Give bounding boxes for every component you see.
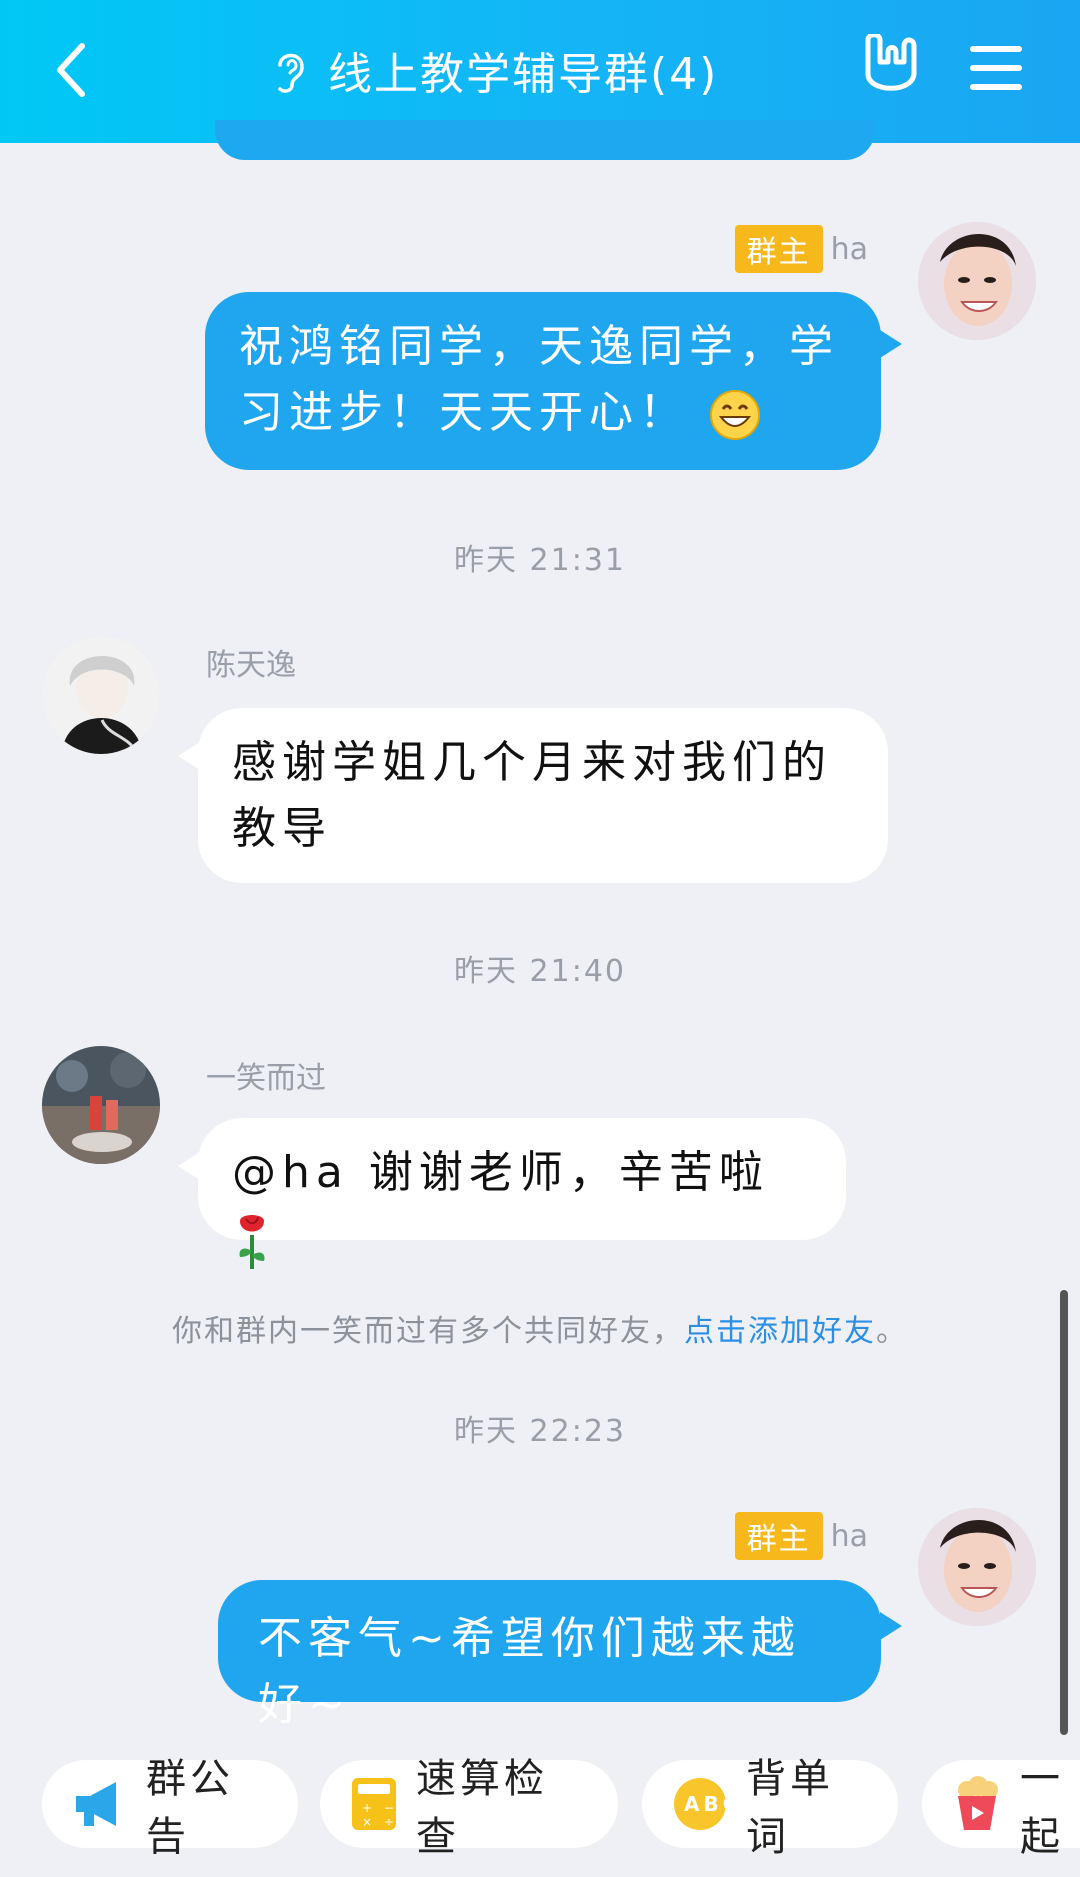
message-bubble[interactable]: 祝鸿铭同学，天逸同学，学 习进步！天天开心！ [205, 292, 881, 470]
chevron-left-icon [57, 43, 85, 97]
group-fun-button[interactable] [858, 32, 922, 104]
hamburger-menu-icon [970, 46, 1022, 90]
sender-name[interactable]: 陈天逸 [206, 640, 296, 684]
avatar-ha[interactable] [918, 222, 1036, 340]
svg-text:ABC: ABC [684, 1792, 728, 1816]
bubble-tail [880, 330, 902, 358]
popcorn-icon [958, 1776, 998, 1830]
message-bubble[interactable]: 不客气~希望你们越来越好~ [218, 1580, 881, 1730]
chip-label: 一起 [1020, 1756, 1064, 1860]
rock-hand-icon [865, 32, 917, 91]
group-owner-badge: 群主 [734, 225, 823, 273]
chip-label: 速算检查 [416, 1756, 548, 1860]
message-text: @ha 谢谢老师，辛苦啦 [232, 1147, 769, 1198]
system-notice-end: 。 [876, 1314, 908, 1349]
ear-icon [278, 53, 304, 93]
timestamp: 昨天 21:31 [454, 543, 626, 578]
grinning-face-icon [710, 390, 760, 440]
message-bubble[interactable]: @ha 谢谢老师，辛苦啦 [198, 1118, 846, 1269]
more-menu-button[interactable] [968, 38, 1024, 98]
system-notice-text: 你和群内一笑而过有多个共同好友， [172, 1314, 684, 1349]
quick-actions-bar: 群公告 + − × ÷ 速算检查 ABC 背单词 一起 [0, 1756, 1080, 1860]
chip-label: 群公告 [146, 1756, 234, 1860]
message-text-line: 感谢学姐几个月来对我们的 [232, 737, 832, 788]
memorize-words-button[interactable]: ABC 背单词 [642, 1756, 898, 1860]
sender-name[interactable]: 一笑而过 [206, 1053, 326, 1097]
chat-title: 线上教学辅导群(4) [328, 49, 719, 100]
previous-message-bubble [215, 120, 875, 160]
avatar-image [918, 1508, 1036, 1626]
avatar-ha[interactable] [918, 1508, 1036, 1626]
avatar-yixiao-erguo[interactable] [42, 1046, 160, 1164]
abc-icon: ABC [674, 1778, 728, 1830]
message-text: 不客气~希望你们越来越好~ [258, 1613, 801, 1730]
message-text: 习进步！天天开心！ [239, 387, 689, 438]
svg-text:× ÷: × ÷ [362, 1815, 398, 1829]
message-text-line: 教导 [232, 803, 332, 854]
avatar-image [42, 1046, 160, 1164]
avatar-chen-tianyi[interactable] [42, 636, 160, 754]
avatar-image [42, 636, 160, 754]
group-announcement-button[interactable]: 群公告 [42, 1756, 298, 1860]
timestamp: 昨天 21:40 [454, 954, 626, 989]
message-bubble[interactable]: 感谢学姐几个月来对我们的 教导 [198, 708, 888, 883]
message-text-line: 习进步！天天开心！ [239, 380, 847, 446]
chip-label: 背单词 [746, 1756, 834, 1860]
megaphone-icon [76, 1782, 116, 1826]
bubble-tail [880, 1612, 902, 1640]
calculator-icon: + − × ÷ [352, 1778, 398, 1830]
message-text-line: 祝鸿铭同学，天逸同学，学 [239, 321, 839, 372]
scrollbar[interactable] [1060, 1290, 1068, 1735]
sender-row: 群主 ha [734, 1512, 868, 1560]
avatar-image [918, 222, 1036, 340]
add-friend-link[interactable]: 点击添加好友 [684, 1314, 876, 1349]
bubble-tail [178, 742, 200, 770]
sender-name[interactable]: ha [831, 1519, 868, 1554]
timestamp: 昨天 22:23 [454, 1414, 626, 1449]
chat-title-area[interactable]: 线上教学辅导群(4) [270, 30, 718, 110]
group-owner-badge: 群主 [734, 1512, 823, 1560]
svg-text:+ −: + − [362, 1801, 398, 1815]
back-button[interactable] [40, 30, 100, 110]
sender-name[interactable]: ha [831, 232, 868, 267]
rose-icon [239, 1215, 265, 1269]
bubble-tail [178, 1152, 200, 1180]
system-notice: 你和群内一笑而过有多个共同好友，点击添加好友。 [0, 1306, 1080, 1350]
watch-together-button[interactable]: 一起 [922, 1756, 1080, 1860]
sender-row: 群主 ha [734, 225, 868, 273]
quick-calc-check-button[interactable]: + − × ÷ 速算检查 [320, 1756, 618, 1860]
